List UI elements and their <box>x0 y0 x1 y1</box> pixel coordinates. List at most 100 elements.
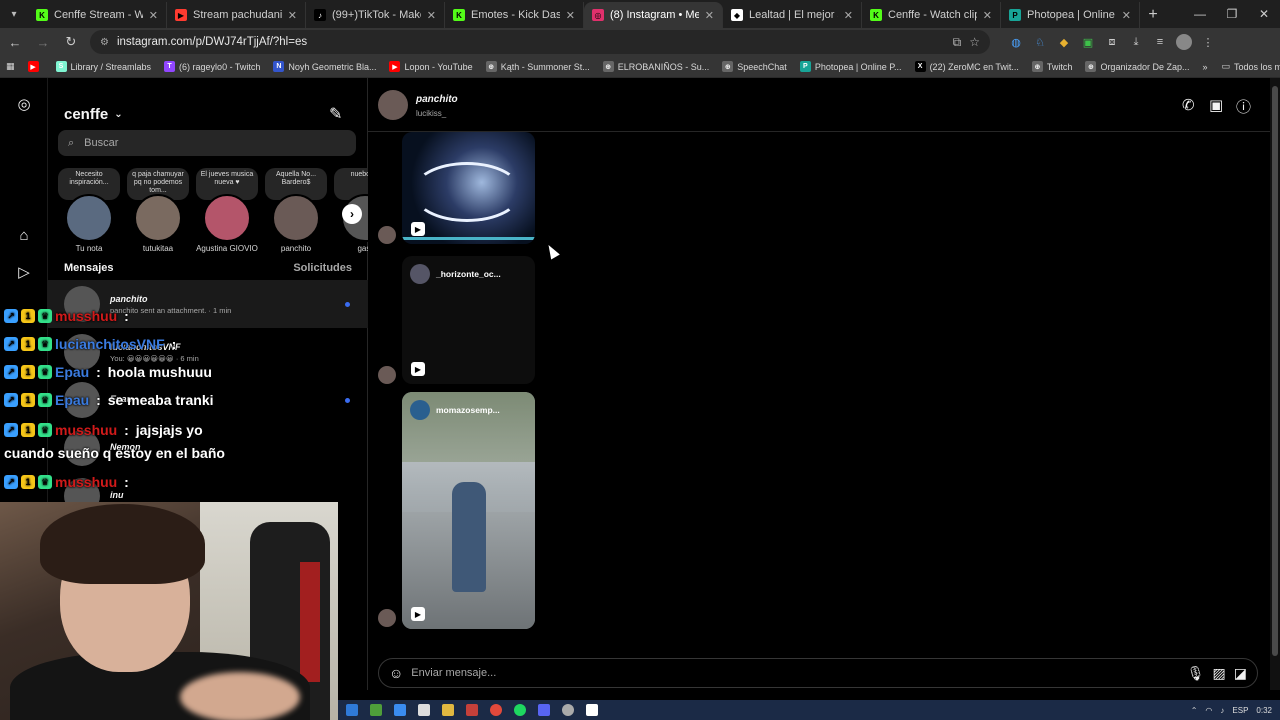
sticker-icon[interactable]: ◪ <box>1234 665 1247 682</box>
profile-avatar-icon[interactable] <box>1176 34 1192 50</box>
conversation-item[interactable]: Nemon <box>48 424 368 472</box>
message-composer[interactable]: ☺ Enviar mensaje... 🎙 ▨ ◪ <box>378 658 1258 688</box>
video-call-icon[interactable]: ▣ <box>1209 96 1223 114</box>
messages-tab[interactable]: Mensajes <box>64 262 114 274</box>
browser-tab[interactable]: K Cenffe Stream - Watch Li ✕ <box>28 2 167 28</box>
minimize-icon[interactable]: — <box>1184 7 1216 21</box>
back-icon[interactable]: ← <box>6 35 24 50</box>
browser-tab[interactable]: P Photopea | Online Photo ✕ <box>1001 2 1140 28</box>
language-indicator[interactable]: ESP <box>1232 706 1248 715</box>
bookmark-item[interactable]: N Noyh Geometric Bla... <box>273 61 376 72</box>
emoji-icon[interactable]: ☺ <box>389 665 403 681</box>
extension-icon-4[interactable]: ▣ <box>1080 34 1096 50</box>
note-item[interactable]: q paja chamuyar pq no podemos tom... tutu… <box>127 168 189 253</box>
close-tab-icon[interactable]: ✕ <box>844 9 853 22</box>
bookmark-item[interactable]: ⊕ Organizador De Zap... <box>1085 61 1189 72</box>
close-tab-icon[interactable]: ✕ <box>1122 9 1131 22</box>
close-tab-icon[interactable]: ✕ <box>288 9 297 22</box>
home-icon[interactable]: ⌂ <box>15 226 33 244</box>
bookmark-item[interactable]: ▶ Lopon - YouTube <box>389 61 473 72</box>
restore-icon[interactable]: ❐ <box>1216 7 1248 21</box>
close-window-icon[interactable]: ✕ <box>1248 7 1280 21</box>
taskbar-app-icon[interactable] <box>370 704 382 716</box>
conversation-item[interactable]: lucianchitosVNF You: 😀😀😀😀😀😀 · 6 min <box>48 328 368 376</box>
bookmark-item[interactable]: ⊕ Kąth - Summoner St... <box>485 61 590 72</box>
scrollbar-thumb[interactable] <box>1272 86 1278 656</box>
close-tab-icon[interactable]: ✕ <box>983 9 992 22</box>
shared-reel[interactable]: _horizonte_oc... ▶ <box>402 256 535 384</box>
instagram-logo-icon[interactable]: ◎ <box>15 95 33 113</box>
extension-icon-1[interactable]: ◍ <box>1008 34 1024 50</box>
close-tab-icon[interactable]: ✕ <box>427 9 436 22</box>
new-tab-button[interactable]: + <box>1140 2 1166 28</box>
site-info-icon[interactable]: ⚙ <box>100 37 109 48</box>
taskbar-app-icon[interactable] <box>346 704 358 716</box>
taskbar-app-icon[interactable] <box>586 704 598 716</box>
tray-chevron-icon[interactable]: ⌃ <box>1191 706 1198 715</box>
note-item[interactable]: Aquella No... Bardero$ panchito <box>265 168 327 253</box>
chrome-menu-icon[interactable]: ⋮ <box>1200 34 1216 50</box>
spotify-icon[interactable] <box>514 704 526 716</box>
bookmark-item[interactable]: ⊕ ELROBANIÑOS - Su... <box>602 61 709 72</box>
note-item[interactable]: El jueves musica nueva ♥ Agustina GIOVIO <box>196 168 258 253</box>
bookmark-item[interactable]: T (6) rageylo0 - Twitch <box>164 61 260 72</box>
image-upload-icon[interactable]: ▨ <box>1213 665 1226 682</box>
address-bar[interactable]: ⚙ instagram.com/p/DWJ74rTjjAf/?hl=es ⧉ ☆ <box>90 30 990 54</box>
download-icon[interactable]: ⤓ <box>1128 34 1144 50</box>
bookmark-star-icon[interactable]: ☆ <box>969 35 980 49</box>
tab-search-icon[interactable]: ▾ <box>0 0 28 28</box>
bookmark-item[interactable]: ⊕ Twitch <box>1031 61 1072 72</box>
note-item[interactable]: Necesito inspiración... Tu nota <box>58 168 120 253</box>
new-message-icon[interactable]: ✎ <box>329 104 342 124</box>
close-tab-icon[interactable]: ✕ <box>149 9 158 22</box>
close-tab-icon[interactable]: ✕ <box>566 9 575 22</box>
forward-icon[interactable]: → <box>34 35 52 50</box>
notes-next-arrow-icon[interactable]: › <box>342 204 362 224</box>
bookmark-item[interactable]: X (22) ZeroMC en Twit... <box>914 61 1019 72</box>
all-bookmarks-folder[interactable]: ▭ Todos los marcadores <box>1222 61 1280 72</box>
bookmark-item[interactable]: P Photopea | Online P... <box>799 61 902 72</box>
conversation-item[interactable]: Epau <box>48 376 368 424</box>
extension-icon-3[interactable]: ◆ <box>1056 34 1072 50</box>
taskbar-app-icon[interactable] <box>394 704 406 716</box>
search-input[interactable]: ⌕ Buscar <box>58 130 356 156</box>
browser-tab[interactable]: K Cenffe - Watch clips on K ✕ <box>862 2 1001 28</box>
browser-tab[interactable]: K Emotes - Kick Dashboard ✕ <box>445 2 584 28</box>
file-explorer-icon[interactable] <box>442 704 454 716</box>
reload-icon[interactable]: ↻ <box>62 34 80 50</box>
bookmark-item[interactable]: ▶ <box>27 61 43 72</box>
browser-tab[interactable]: ♪ (99+)TikTok - Make Your ✕ <box>306 2 445 28</box>
more-bookmarks-icon[interactable]: » <box>1202 62 1207 72</box>
media-control-icon[interactable]: ≡ <box>1152 34 1168 50</box>
taskbar-app-icon[interactable] <box>418 704 430 716</box>
shared-reel[interactable]: ▶ <box>402 132 535 244</box>
account-switcher[interactable]: cenffe ⌄ <box>64 106 123 123</box>
install-icon[interactable]: ⧉ <box>953 35 962 50</box>
browser-tab[interactable]: ◎ (8) Instagram • Mensa ✕ <box>584 2 723 28</box>
conversation-item[interactable]: panchito panchito sent an attachment. · 1… <box>48 280 368 328</box>
chat-name[interactable]: panchito <box>416 94 458 105</box>
browser-tab[interactable]: ◆ Lealtad | El mejor softwar ✕ <box>723 2 862 28</box>
bookmark-item[interactable]: ⊕ SpeechChat <box>722 61 787 72</box>
chat-avatar[interactable] <box>378 90 408 120</box>
shared-reel[interactable]: momazosemp... ▶ <box>402 392 535 629</box>
phone-call-icon[interactable]: ✆ <box>1182 96 1195 114</box>
bookmark-item[interactable]: S Library / Streamlabs <box>55 61 151 72</box>
microphone-icon[interactable]: 🎙 <box>1187 665 1205 682</box>
extensions-puzzle-icon[interactable]: ⧈ <box>1104 34 1120 50</box>
extension-icon-2[interactable]: ♘ <box>1032 34 1048 50</box>
page-scrollbar[interactable] <box>1270 78 1280 690</box>
apps-grid-icon[interactable]: ▦ <box>6 61 15 72</box>
close-tab-icon[interactable]: ✕ <box>705 9 714 22</box>
info-icon[interactable]: ⓘ <box>1236 96 1251 117</box>
discord-icon[interactable] <box>538 704 550 716</box>
chrome-icon[interactable] <box>490 704 502 716</box>
taskbar-app-icon[interactable] <box>466 704 478 716</box>
clock[interactable]: 0:32 <box>1256 706 1272 715</box>
obs-icon[interactable] <box>562 704 574 716</box>
requests-tab[interactable]: Solicitudes <box>293 262 352 274</box>
reels-icon[interactable]: ▷ <box>15 263 33 281</box>
browser-tab[interactable]: ▶ Stream pachudani music ✕ <box>167 2 306 28</box>
wifi-icon[interactable]: ◠ <box>1205 706 1212 715</box>
volume-icon[interactable]: ♪ <box>1220 706 1224 715</box>
